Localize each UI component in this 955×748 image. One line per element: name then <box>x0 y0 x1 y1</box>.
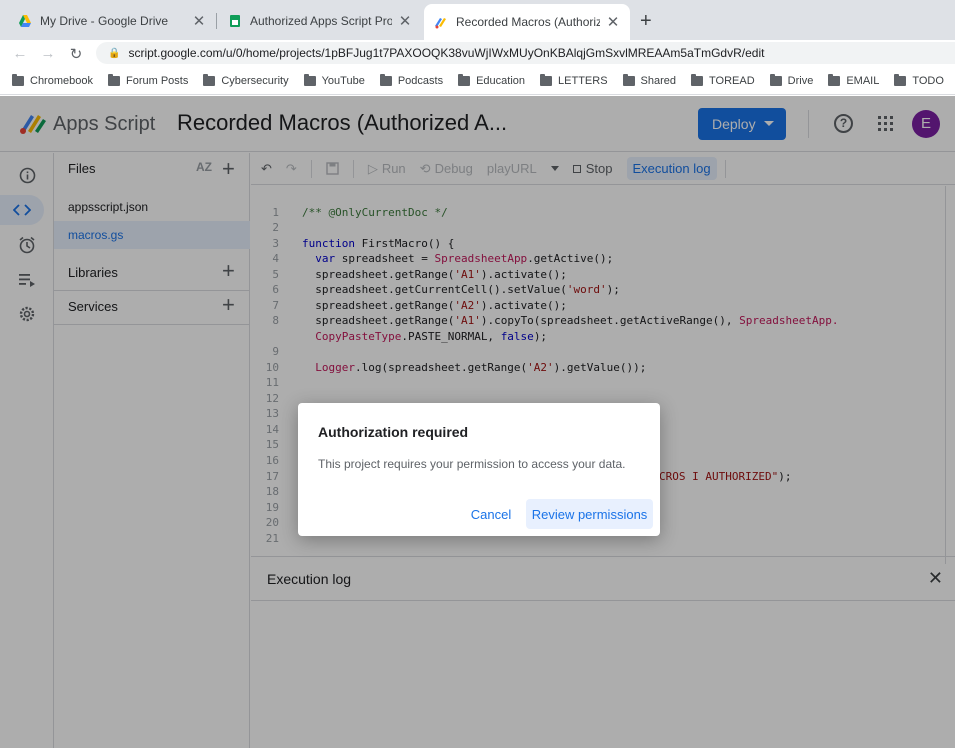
folder-icon <box>769 73 782 86</box>
folder-icon <box>622 73 635 86</box>
folder-icon <box>107 73 120 86</box>
url-text: script.google.com/u/0/home/projects/1pBF… <box>128 46 765 60</box>
tab-authorized-apps-script[interactable]: Authorized Apps Script Project 2 ✕ <box>218 6 422 36</box>
bookmark-label: YouTube <box>321 74 365 87</box>
folder-icon <box>458 73 471 86</box>
bookmark-label: Chromebook <box>30 74 93 87</box>
close-tab-icon[interactable]: ✕ <box>606 13 620 31</box>
bookmark-label: Shared <box>640 74 677 87</box>
bookmark-label: Cybersecurity <box>221 74 289 87</box>
folder-icon <box>540 73 553 86</box>
lock-icon: 🔒 <box>108 47 121 59</box>
bookmarks-bar: Chromebook Forum Posts Cybersecurity You… <box>0 67 955 95</box>
browser-toolbar: ← → ↻ 🔒 script.google.com/u/0/home/proje… <box>0 40 955 67</box>
bookmark-folder[interactable]: LETTERS <box>540 73 608 87</box>
bookmark-folder[interactable]: TODO <box>894 73 944 87</box>
folder-icon <box>12 73 24 86</box>
tab-separator <box>216 13 217 29</box>
forward-icon[interactable]: → <box>36 45 60 62</box>
reload-icon[interactable]: ↻ <box>64 45 88 63</box>
review-permissions-button[interactable]: Review permissions <box>526 499 653 529</box>
bookmark-folder[interactable]: Shared <box>622 73 677 87</box>
apps-script-icon <box>435 18 446 29</box>
bookmark-label: Education <box>476 74 526 87</box>
folder-icon <box>303 73 316 86</box>
dialog-title: Authorization required <box>318 424 469 440</box>
folder-icon <box>203 73 216 86</box>
folder-icon <box>691 73 704 86</box>
authorization-dialog: Authorization required This project requ… <box>298 403 660 536</box>
folder-icon <box>379 73 392 86</box>
folder-icon <box>894 73 907 86</box>
tab-recorded-macros[interactable]: Recorded Macros (Authorized Ap ✕ <box>424 4 630 40</box>
cancel-button[interactable]: Cancel <box>464 501 518 527</box>
close-tab-icon[interactable]: ✕ <box>192 12 206 30</box>
bookmark-label: Podcasts <box>397 74 444 87</box>
bookmark-folder[interactable]: TOREAD <box>691 73 755 87</box>
tab-title: Recorded Macros (Authorized Ap <box>456 15 600 29</box>
tab-title: My Drive - Google Drive <box>40 14 169 28</box>
back-icon[interactable]: ← <box>8 45 32 62</box>
close-tab-icon[interactable]: ✕ <box>398 12 412 30</box>
bookmark-label: EMAIL <box>846 74 880 87</box>
bookmark-folder[interactable]: Education <box>458 73 526 87</box>
bookmark-folder[interactable]: Drive <box>769 73 814 87</box>
bookmark-folder[interactable]: Cybersecurity <box>203 73 289 87</box>
bookmark-label: Drive <box>787 74 814 87</box>
bookmark-folder[interactable]: Forum Posts <box>107 73 189 87</box>
bookmark-label: TODO <box>912 74 944 87</box>
google-drive-icon <box>19 15 31 27</box>
tab-title: Authorized Apps Script Project 2 <box>250 14 392 28</box>
bookmark-label: Forum Posts <box>125 74 189 87</box>
bookmark-label: TOREAD <box>709 74 755 87</box>
bookmark-folder[interactable]: Chromebook <box>12 73 93 87</box>
bookmark-label: LETTERS <box>558 74 608 87</box>
bookmark-folder[interactable]: Podcasts <box>379 73 444 87</box>
browser-tab-strip: My Drive - Google Drive ✕ Authorized App… <box>0 0 955 40</box>
bookmark-folder[interactable]: YouTube <box>303 73 365 87</box>
bookmark-folder[interactable]: EMAIL <box>828 73 880 87</box>
tab-my-drive[interactable]: My Drive - Google Drive ✕ <box>8 6 216 36</box>
dialog-message: This project requires your permission to… <box>318 457 626 471</box>
google-sheets-icon <box>230 15 240 27</box>
address-bar[interactable]: 🔒 script.google.com/u/0/home/projects/1p… <box>96 42 955 64</box>
folder-icon <box>828 73 841 86</box>
new-tab-button[interactable]: + <box>640 10 652 33</box>
